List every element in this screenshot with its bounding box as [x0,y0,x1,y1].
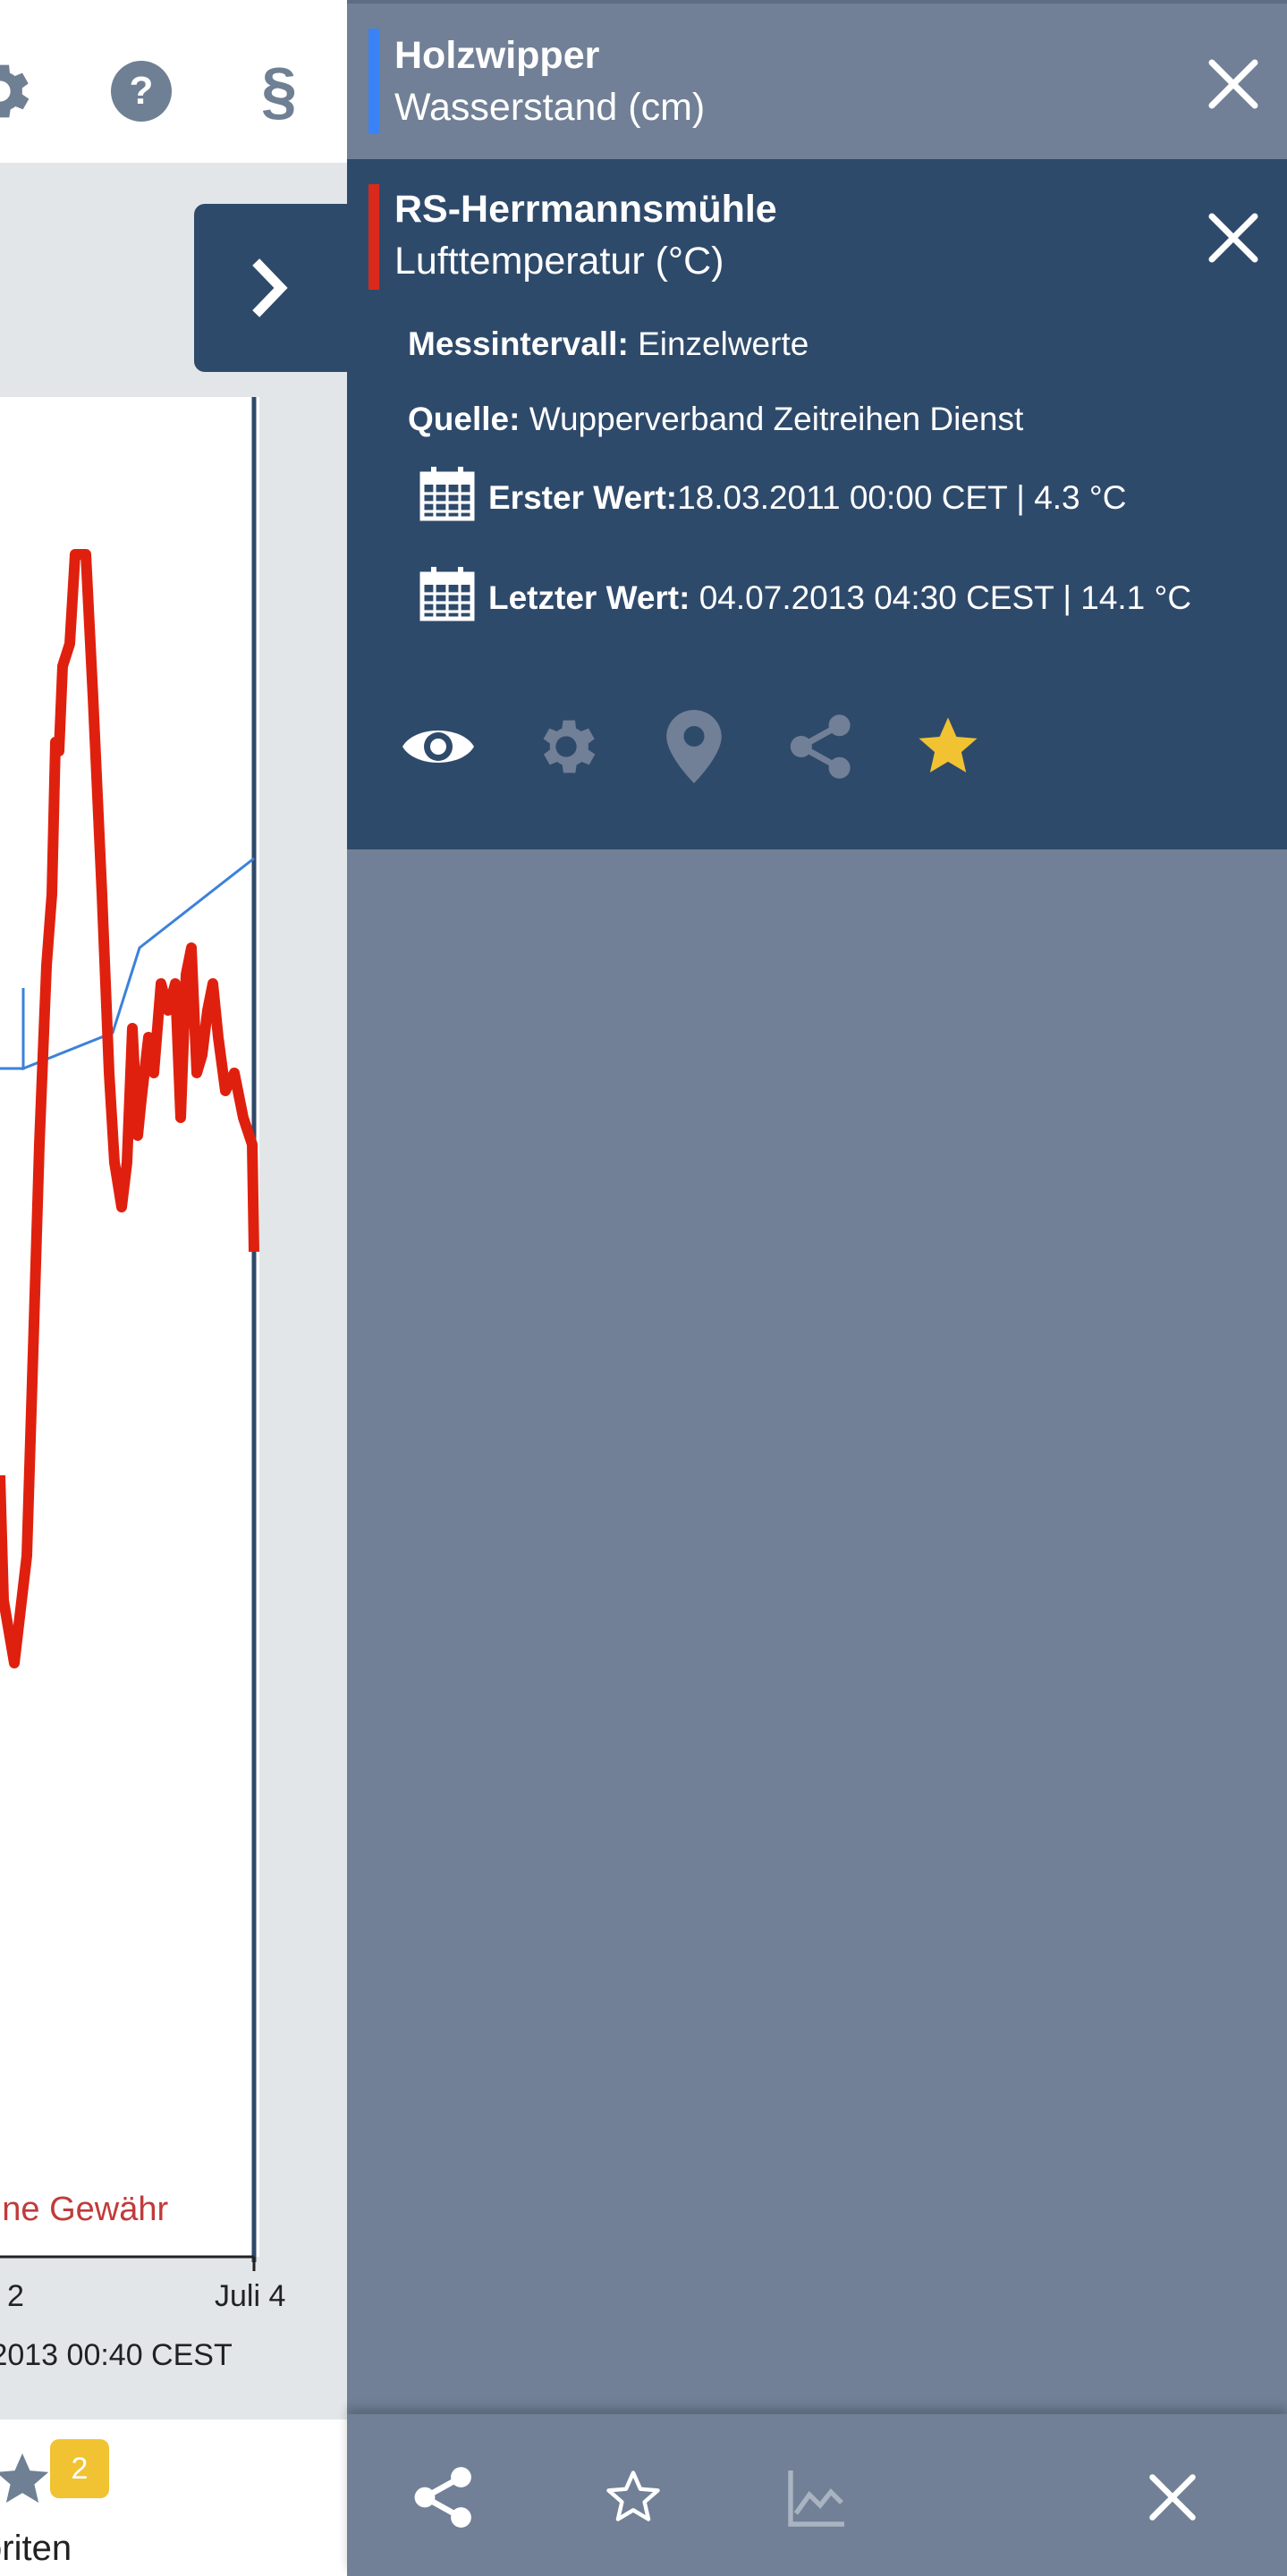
station-name: RS-Herrmannsmühle [394,188,777,231]
main-view: ? § 2 Juli 4 ohne Gewähr .2013 00:40 CES… [0,0,347,2576]
last-value[interactable]: 04.07.2013 04:30 CEST | 14.1 °C [699,579,1191,616]
series-line-lufttemperatur [0,549,259,1668]
timeseries-chart: 2 Juli 4 [0,397,285,2313]
close-icon[interactable] [1134,2459,1211,2536]
favorites-count-badge: 2 [50,2439,109,2498]
interval-value: Einzelwerte [638,325,809,362]
close-icon[interactable] [1205,55,1262,113]
x-tick-label: 2 [7,2279,24,2313]
phenomenon-name: Lufttemperatur (°C) [394,240,724,283]
series-color-bar [368,29,379,134]
x-tick-label: Juli 4 [215,2279,285,2313]
calendar-icon[interactable] [419,565,476,622]
interval-info: Messintervall: Einzelwerte [408,325,809,363]
star-icon[interactable] [0,2448,54,2515]
last-value-info: Letzter Wert: 04.07.2013 04:30 CEST | 14… [488,579,1191,617]
last-value-label: Letzter Wert: [488,579,690,616]
source-value: Wupperverband Zeitreihen Dienst [529,401,1024,437]
eye-icon[interactable] [398,706,478,787]
share-icon[interactable] [405,2459,482,2536]
series-color-bar [368,184,379,290]
source-info: Quelle: Wupperverband Zeitreihen Dienst [408,401,1023,438]
series-item-holzwipper[interactable]: Holzwipper Wasserstand (cm) [347,0,1287,159]
disclaimer-text: ohne Gewähr [0,2191,169,2228]
station-name: Holzwipper [394,34,600,77]
last-update-text: .2013 00:40 CEST [0,2338,233,2372]
interval-label: Messintervall: [408,325,629,362]
share-icon[interactable] [781,706,861,787]
calendar-icon[interactable] [419,465,476,522]
chart-icon[interactable] [779,2459,856,2536]
close-icon[interactable] [1205,209,1262,266]
star-icon[interactable] [908,706,988,787]
source-label: Quelle: [408,401,521,437]
first-value[interactable]: 18.03.2011 00:00 CET | 4.3 °C [677,479,1126,516]
star-outline-icon[interactable] [595,2459,672,2536]
favorites-label[interactable]: voriten [0,2529,72,2569]
gear-icon[interactable] [526,706,606,787]
series-item-rs-herrmannsmuehle[interactable]: RS-Herrmannsmühle Lufttemperatur (°C) Me… [347,159,1287,849]
series-list-panel: Holzwipper Wasserstand (cm) RS-Herrmanns… [347,0,1287,2576]
panel-bottom-toolbar [347,2414,1287,2576]
phenomenon-name: Wasserstand (cm) [394,86,706,129]
first-value-info: Erster Wert:18.03.2011 00:00 CET | 4.3 °… [488,479,1126,517]
first-value-label: Erster Wert: [488,479,678,516]
map-pin-icon[interactable] [654,706,734,787]
